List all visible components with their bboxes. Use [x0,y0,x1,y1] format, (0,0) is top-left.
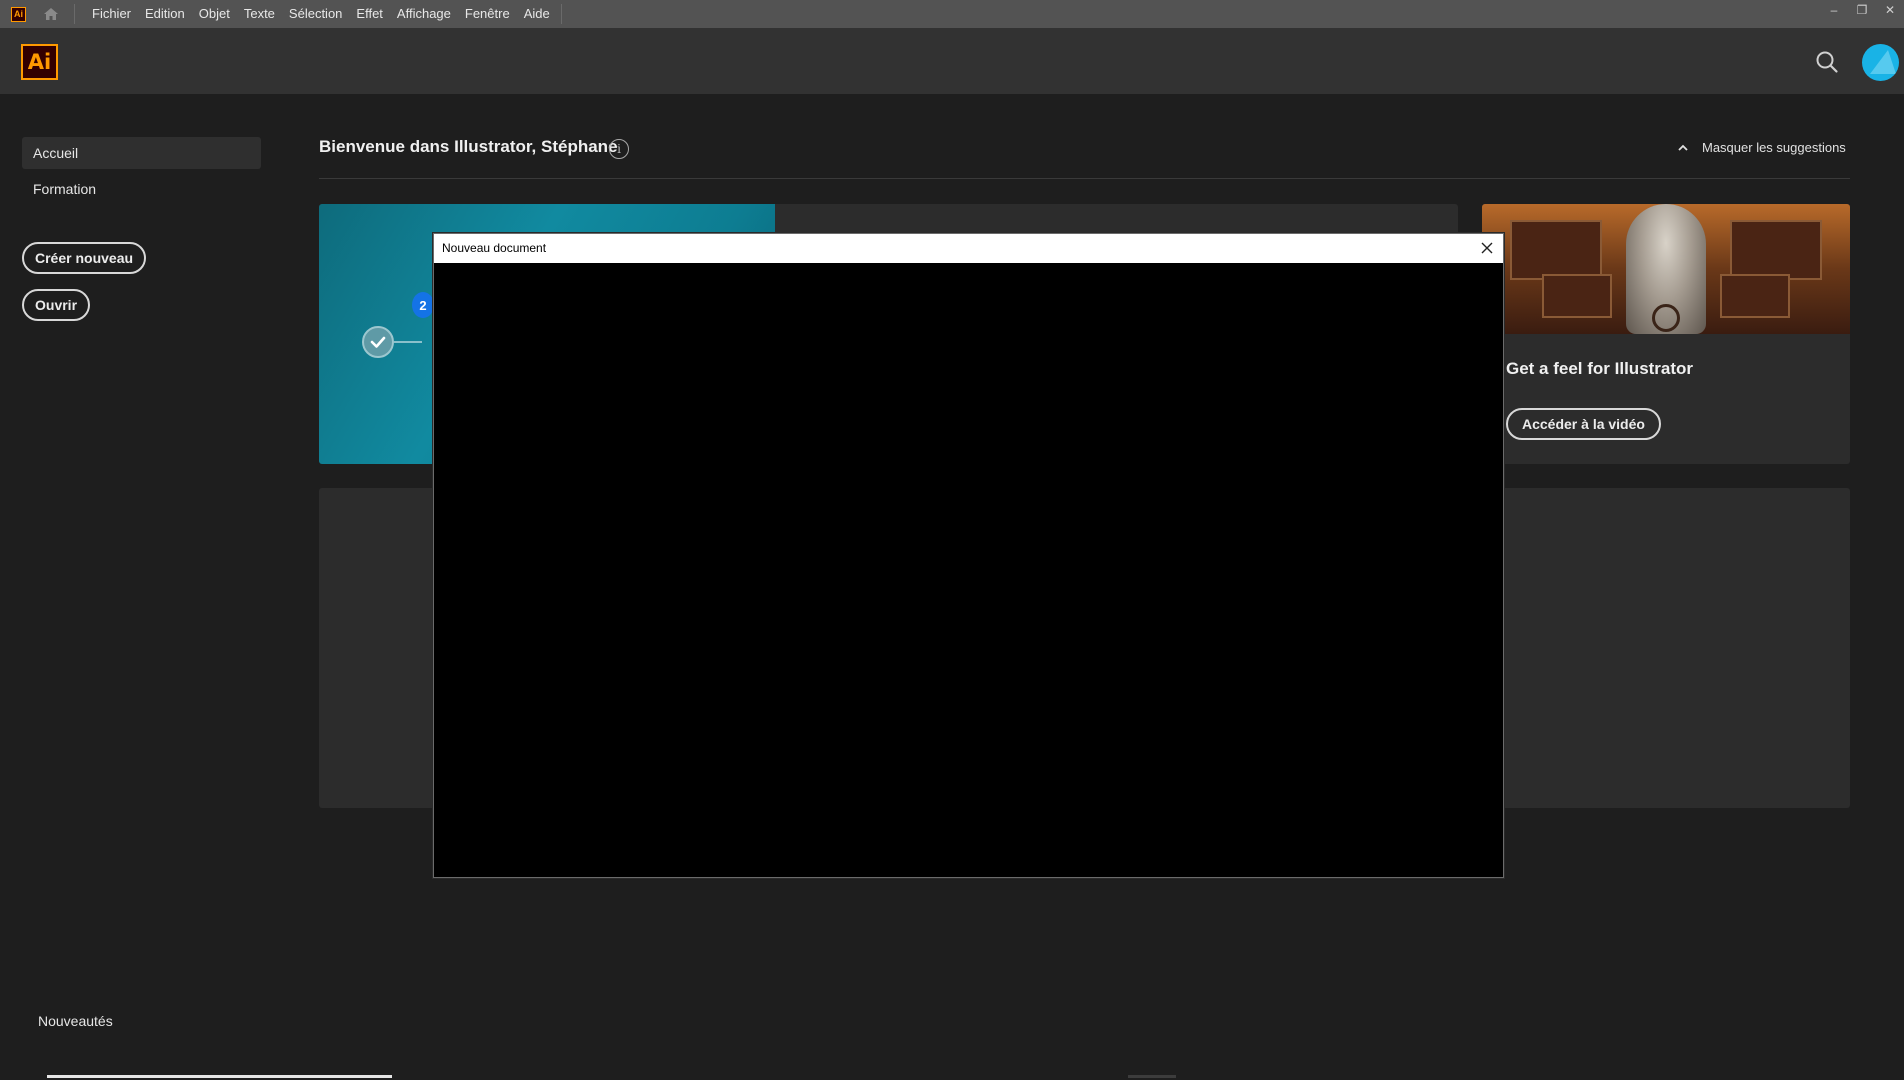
menu-items: Fichier Edition Objet Texte Sélection Ef… [85,0,557,28]
video-card[interactable]: Get a feel for Illustrator Accéder à la … [1482,204,1850,464]
new-document-dialog: Nouveau document [433,233,1504,878]
open-button[interactable]: Ouvrir [22,289,91,321]
menu-divider [560,4,562,24]
thumb-panel [1720,274,1790,318]
menu-selection[interactable]: Sélection [282,0,349,28]
menu-texte[interactable]: Texte [237,0,282,28]
create-new-button[interactable]: Créer nouveau [22,242,147,274]
menu-objet[interactable]: Objet [192,0,237,28]
scroll-indicator [47,1075,392,1078]
app-icon[interactable]: Ai [11,6,26,22]
illustrator-logo: Ai [21,44,58,80]
menu-affichage[interactable]: Affichage [390,0,458,28]
info-icon[interactable]: i [609,139,629,159]
sidebar-item-accueil[interactable]: Accueil [22,137,261,169]
dialog-title: Nouveau document [434,234,1503,263]
scroll-indicator-secondary [1128,1075,1176,1078]
checkmark-icon [362,326,394,358]
close-window-icon[interactable]: ✕ [1876,0,1904,20]
page-title: Bienvenue dans Illustrator, Stéphane [319,137,618,156]
watch-video-button[interactable]: Accéder à la vidéo [1506,408,1661,440]
minimize-icon[interactable]: – [1820,0,1848,20]
app-header: Ai [0,28,1904,94]
menu-effet[interactable]: Effet [349,0,390,28]
whats-new-link[interactable]: Nouveautés [38,1013,113,1029]
restore-icon[interactable]: ❐ [1848,0,1876,20]
menu-bar: Ai Fichier Edition Objet Texte Sélection… [0,0,1904,28]
menu-aide[interactable]: Aide [517,0,557,28]
video-title: Get a feel for Illustrator [1506,359,1694,378]
sidebar: Accueil Formation Créer nouveau Ouvrir [0,94,280,1080]
home-icon[interactable] [40,3,62,25]
thumb-panel [1730,220,1822,280]
close-icon[interactable] [1477,238,1497,258]
thumb-panel [1510,220,1602,280]
menu-divider [74,4,75,24]
chevron-up-icon [1678,144,1688,151]
window-controls: – ❐ ✕ [1820,0,1904,20]
avatar[interactable] [1862,44,1899,81]
divider [319,178,1850,179]
step-number-badge: 2 [412,292,434,318]
hide-suggestions-label: Masquer les suggestions [1702,140,1846,155]
step-connector [394,341,422,343]
menu-fichier[interactable]: Fichier [85,0,138,28]
hide-suggestions-button[interactable]: Masquer les suggestions [1677,140,1846,155]
sidebar-item-formation[interactable]: Formation [22,173,261,205]
video-thumbnail[interactable] [1482,204,1850,334]
menu-fenetre[interactable]: Fenêtre [458,0,517,28]
thumb-panel [1542,274,1612,318]
thumb-ring [1652,304,1680,332]
menu-edition[interactable]: Edition [138,0,192,28]
search-icon[interactable] [1813,48,1841,76]
